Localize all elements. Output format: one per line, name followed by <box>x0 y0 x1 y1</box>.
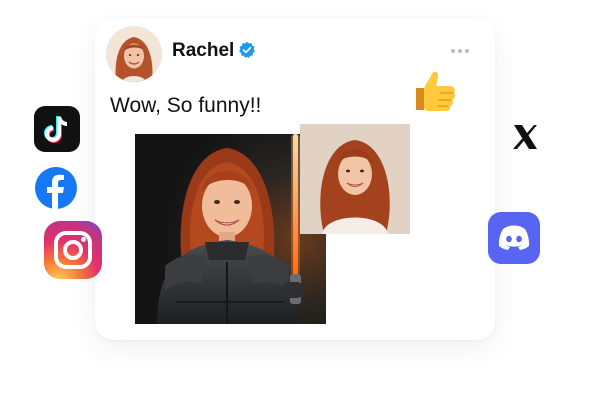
thumbs-up-icon[interactable] <box>410 66 458 114</box>
tiktok-icon[interactable] <box>34 106 80 152</box>
post-image-main[interactable] <box>135 134 326 324</box>
instagram-icon[interactable] <box>42 219 104 281</box>
post-caption: Wow, So funny!! <box>110 94 262 117</box>
post-image-secondary[interactable] <box>300 124 410 234</box>
discord-icon[interactable] <box>488 212 540 264</box>
verified-badge-icon <box>239 41 255 58</box>
x-icon[interactable] <box>510 122 540 152</box>
avatar[interactable] <box>106 26 162 82</box>
author-name[interactable]: Rachel <box>172 40 234 62</box>
more-horizontal-icon[interactable] <box>450 48 470 54</box>
facebook-icon[interactable] <box>34 166 78 210</box>
